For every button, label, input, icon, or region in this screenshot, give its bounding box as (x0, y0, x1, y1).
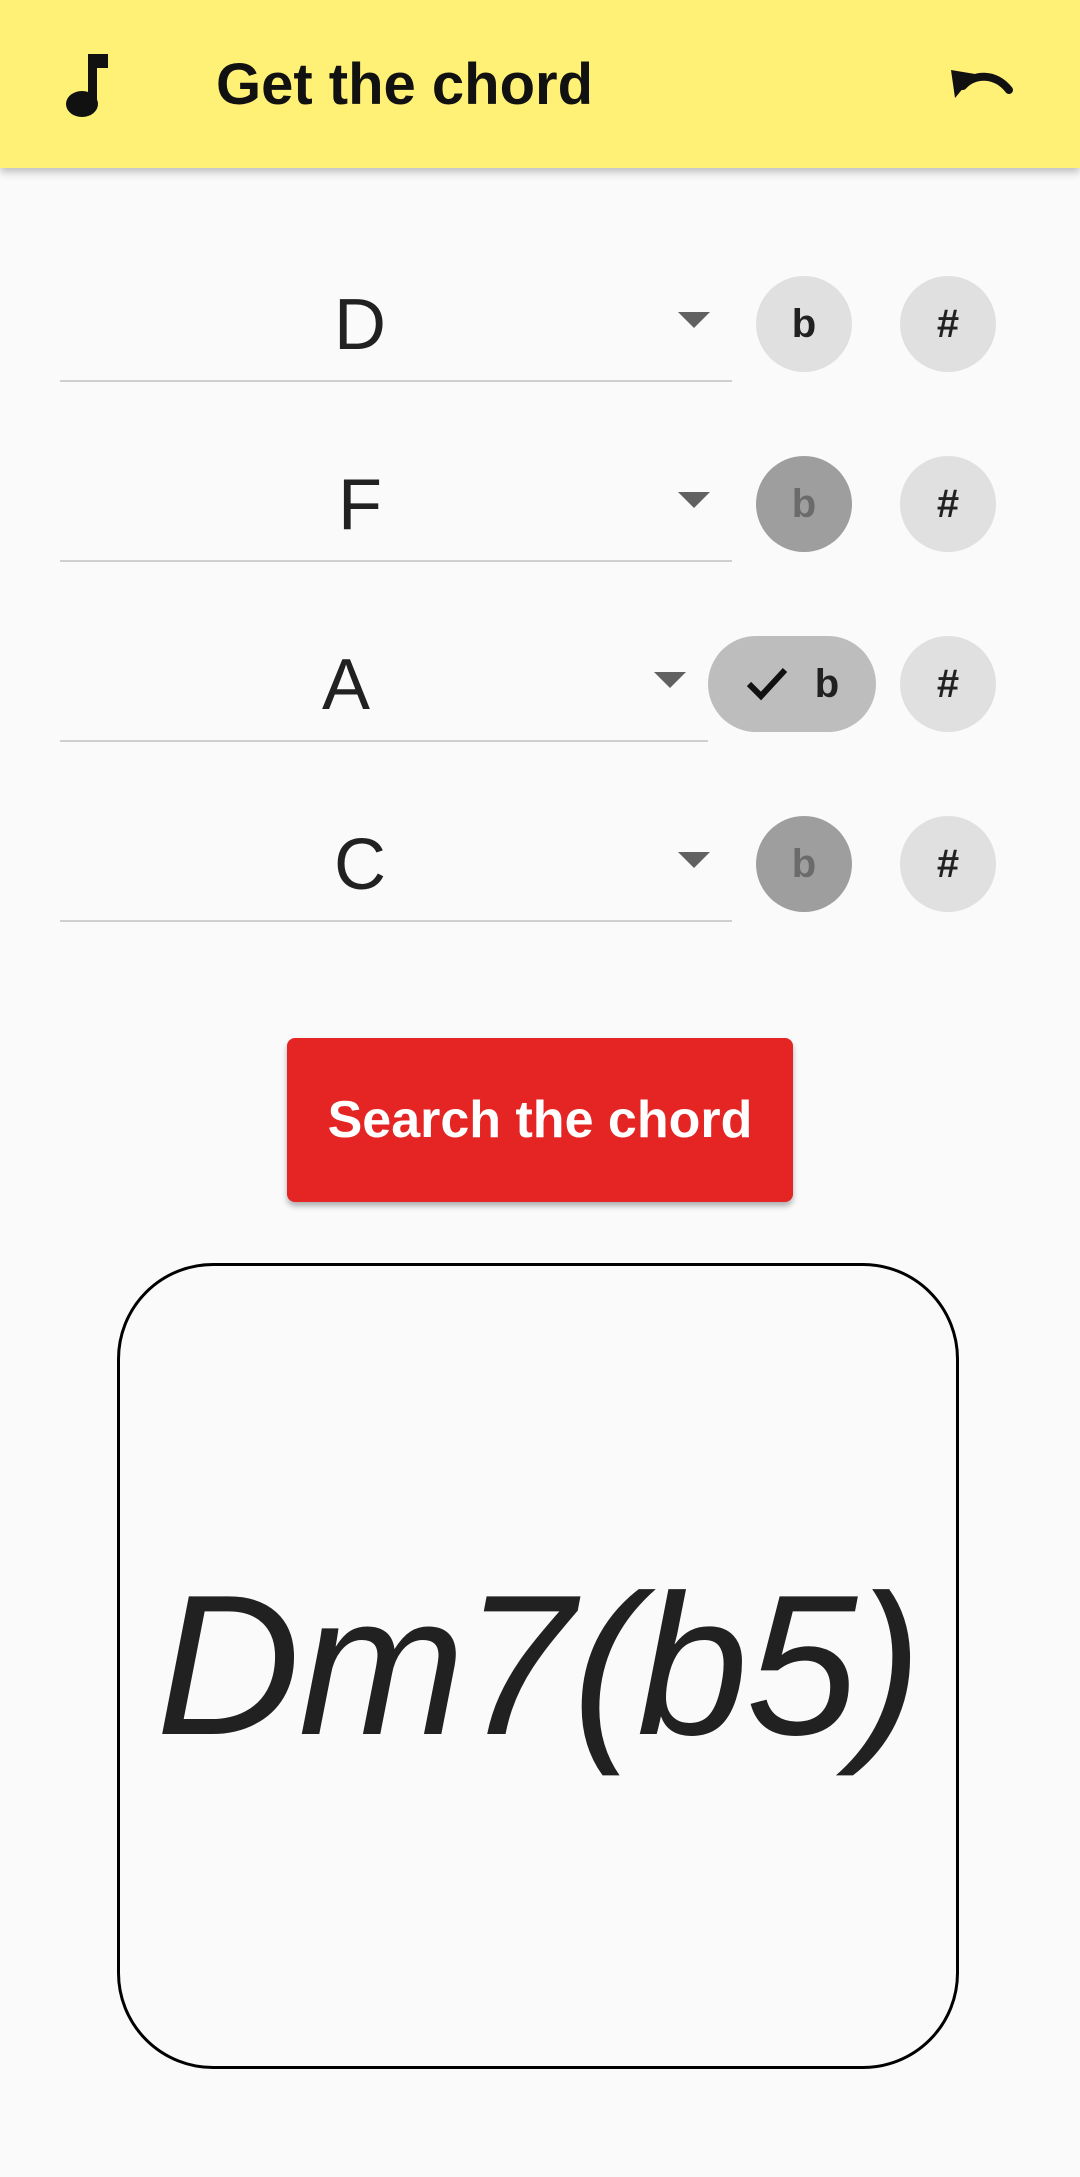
undo-icon (951, 70, 1013, 98)
note-value-1: D (334, 285, 386, 365)
dropdown-arrow-icon (678, 312, 710, 328)
undo-button[interactable] (940, 44, 1024, 128)
note-select-2[interactable]: F (60, 446, 732, 562)
note-select-4[interactable]: C (60, 806, 732, 922)
chord-result: Dm7(b5) (156, 1554, 922, 1777)
app-title: Get the chord (216, 52, 594, 117)
sharp-chip-3[interactable]: # (900, 636, 996, 732)
sharp-chip-4[interactable]: # (900, 816, 996, 912)
app-bar: Get the chord (0, 0, 1080, 168)
dropdown-arrow-icon (678, 492, 710, 508)
flat-chip-2[interactable]: b (756, 456, 852, 552)
note-row-2: F b # (0, 446, 1080, 626)
note-select-3[interactable]: A (60, 626, 708, 742)
note-row-1: D b # (0, 266, 1080, 446)
sharp-chip-1[interactable]: # (900, 276, 996, 372)
flat-chip-3[interactable]: b (708, 636, 876, 732)
dropdown-arrow-icon (678, 852, 710, 868)
search-chord-button[interactable]: Search the chord (287, 1038, 793, 1202)
flat-chip-1[interactable]: b (756, 276, 852, 372)
note-select-1[interactable]: D (60, 266, 732, 382)
chord-result-card: Dm7(b5) (117, 1263, 959, 2069)
sharp-chip-2[interactable]: # (900, 456, 996, 552)
note-value-3: A (322, 645, 371, 725)
check-icon (746, 667, 787, 701)
note-value-2: F (338, 465, 382, 545)
dropdown-arrow-icon (654, 672, 686, 688)
music-note-icon (66, 54, 108, 117)
flat-chip-4[interactable]: b (756, 816, 852, 912)
note-row-3: A b # (0, 626, 1080, 806)
note-row-4: C b # (0, 806, 1080, 986)
note-value-4: C (334, 825, 386, 905)
flat-chip-label-3: b (814, 661, 840, 706)
